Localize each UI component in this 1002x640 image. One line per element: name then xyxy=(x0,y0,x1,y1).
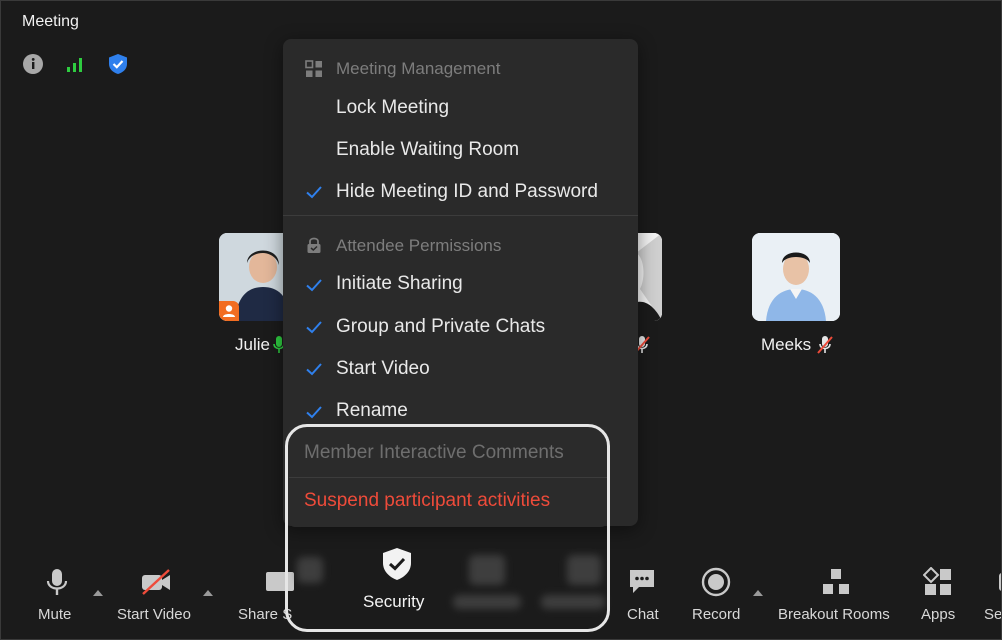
mute-button[interactable]: Mute xyxy=(31,549,83,639)
meeting-window: Meeting Julie Meeks Meeting Management L… xyxy=(0,0,1002,640)
breakout-rooms-label: Breakout Rooms xyxy=(778,606,890,623)
shield-icon[interactable] xyxy=(107,53,129,75)
avatar xyxy=(752,233,840,321)
check-icon xyxy=(306,321,322,334)
record-icon xyxy=(701,567,731,597)
check-icon xyxy=(306,406,322,419)
mute-options-caret[interactable] xyxy=(93,590,103,596)
chat-label: Chat xyxy=(627,606,659,623)
apps-label: Apps xyxy=(921,606,956,623)
section-title-meeting-management: Meeting Management xyxy=(336,59,501,78)
menu-divider xyxy=(283,215,638,216)
menu-item-group-private-chats[interactable]: Group and Private Chats xyxy=(336,316,545,338)
callout-highlight-frame xyxy=(285,424,610,632)
host-badge xyxy=(219,301,239,321)
menu-item-start-video[interactable]: Start Video xyxy=(336,358,430,380)
start-video-button[interactable]: Start Video xyxy=(115,549,197,639)
lock-icon xyxy=(307,237,321,253)
menu-item-initiate-sharing[interactable]: Initiate Sharing xyxy=(336,273,463,295)
share-screen-button[interactable]: Share S xyxy=(235,549,294,639)
chat-icon xyxy=(630,570,654,593)
breakout-rooms-button[interactable]: Breakout Rooms xyxy=(777,549,895,639)
signal-icon[interactable] xyxy=(64,53,86,75)
breakout-rooms-icon xyxy=(823,569,849,594)
participant-name-meeks: Meeks xyxy=(761,335,812,354)
settings-icon xyxy=(999,573,1001,591)
apps-icon xyxy=(923,567,951,595)
menu-item-hide-meeting-id[interactable]: Hide Meeting ID and Password xyxy=(336,181,598,203)
menu-item-lock-meeting[interactable]: Lock Meeting xyxy=(336,97,449,119)
record-label: Record xyxy=(692,606,741,623)
settings-button[interactable]: Se xyxy=(981,549,1002,639)
info-icon[interactable] xyxy=(22,53,44,75)
menu-item-rename[interactable]: Rename xyxy=(336,400,408,422)
grid-icon xyxy=(305,60,322,77)
video-off-icon xyxy=(142,569,170,595)
record-button[interactable]: Record xyxy=(689,549,743,639)
chat-button[interactable]: Chat xyxy=(621,549,663,639)
participant-name-julie: Julie xyxy=(235,335,270,354)
settings-label: Se xyxy=(984,606,1002,623)
microphone-icon xyxy=(46,569,68,595)
mic-muted-icon xyxy=(817,336,833,354)
apps-button[interactable]: Apps xyxy=(917,549,961,639)
person-icon xyxy=(223,305,235,317)
section-title-attendee-permissions: Attendee Permissions xyxy=(336,236,502,255)
start-video-label: Start Video xyxy=(117,606,191,623)
window-title: Meeting xyxy=(22,13,79,30)
participant-video-meeks[interactable] xyxy=(752,233,840,321)
video-options-caret[interactable] xyxy=(203,590,213,596)
check-icon xyxy=(306,186,322,199)
mute-label: Mute xyxy=(38,606,72,623)
check-icon xyxy=(306,363,322,376)
menu-item-enable-waiting-room[interactable]: Enable Waiting Room xyxy=(336,139,519,161)
check-icon xyxy=(306,279,322,292)
record-options-caret[interactable] xyxy=(753,590,763,596)
